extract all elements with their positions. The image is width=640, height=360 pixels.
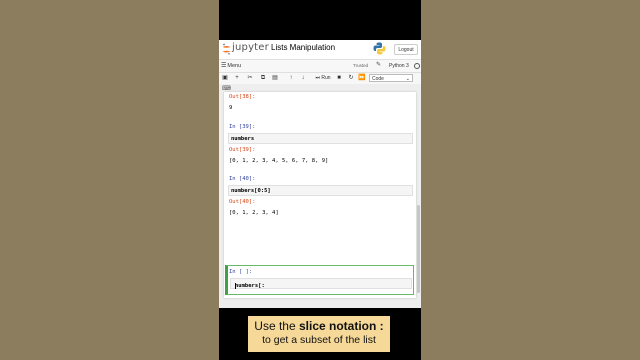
video-caption: Use the slice notation : to get a subset…: [248, 316, 390, 352]
python-logo-icon: [373, 42, 386, 55]
cell-type-value: Code: [372, 76, 384, 82]
caption-emphasis: slice notation :: [299, 319, 384, 333]
code-text: numbers[0:5]: [231, 188, 271, 194]
caption-line-1: Use the slice notation :: [248, 319, 390, 334]
cell-output: [0, 1, 2, 3, 4]: [229, 210, 279, 216]
add-cell-icon[interactable]: +: [233, 74, 241, 83]
scrollbar[interactable]: [417, 205, 420, 293]
move-up-icon[interactable]: ↑: [287, 74, 295, 83]
logout-button[interactable]: Logout: [394, 44, 418, 55]
code-input-active[interactable]: numbers[:: [230, 278, 412, 289]
menu-label: Menu: [227, 63, 242, 69]
app-header: jupyter Lists Manipulation Logout: [219, 40, 421, 60]
stop-icon[interactable]: ■: [335, 74, 343, 83]
in-prompt: In [40]:: [229, 176, 256, 182]
restart-run-all-icon[interactable]: ⏩: [358, 74, 366, 83]
copy-icon[interactable]: ⧉: [259, 74, 267, 83]
jupyter-notebook-window: jupyter Lists Manipulation Logout ☰Menu …: [219, 40, 421, 308]
run-icon: ⏭: [315, 75, 320, 81]
in-prompt: In [ ]:: [229, 269, 253, 275]
chevron-down-icon: ⌄: [405, 76, 410, 82]
paste-icon[interactable]: ▤: [271, 74, 279, 83]
save-icon[interactable]: ▣: [221, 74, 229, 83]
run-button[interactable]: ⏭ Run: [313, 74, 333, 83]
in-prompt: In [39]:: [229, 124, 256, 130]
kernel-name[interactable]: Python 3: [389, 63, 409, 69]
caption-line-2: to get a subset of the list: [262, 334, 376, 346]
toolbar: ▣ + ✂ ⧉ ▤ ↑ ↓ ⏭ Run ■ ↻ ⏩ Code ⌄: [219, 73, 421, 84]
text-cursor: [235, 283, 236, 289]
menu-icon: ☰: [221, 63, 227, 69]
pencil-icon[interactable]: ✎: [376, 61, 381, 68]
jupyter-logo-text[interactable]: jupyter: [232, 42, 269, 53]
trusted-indicator[interactable]: Trusted: [353, 63, 368, 68]
cut-icon[interactable]: ✂: [246, 74, 254, 83]
kernel-idle-icon: [414, 63, 420, 69]
code-text: numbers: [231, 136, 255, 142]
out-prompt: Out[38]:: [229, 94, 256, 100]
out-prompt: Out[39]:: [229, 147, 256, 153]
cell-output: [0, 1, 2, 3, 4, 5, 6, 7, 8, 9]: [229, 158, 329, 164]
out-prompt: Out[40]:: [229, 199, 256, 205]
run-label: Run: [321, 75, 331, 81]
code-input[interactable]: numbers: [228, 133, 413, 144]
restart-icon[interactable]: ↻: [347, 74, 355, 83]
move-down-icon[interactable]: ↓: [299, 74, 307, 83]
notebook-area: Out[38]: 9 In [39]: numbers Out[39]: [0,…: [224, 92, 416, 298]
jupyter-logo-icon[interactable]: [222, 43, 231, 55]
keyboard-icon[interactable]: ⌨: [222, 85, 231, 92]
menu-button[interactable]: ☰Menu: [221, 62, 241, 69]
code-text-value: numbers[:: [235, 283, 265, 289]
caption-prefix: Use the: [254, 319, 299, 333]
cell-output: 9: [229, 105, 233, 111]
menubar: ☰Menu Trusted ✎ Python 3: [219, 60, 421, 73]
notebook-title[interactable]: Lists Manipulation: [271, 43, 335, 52]
cell-type-select[interactable]: Code ⌄: [369, 74, 413, 82]
code-input[interactable]: numbers[0:5]: [228, 185, 413, 196]
